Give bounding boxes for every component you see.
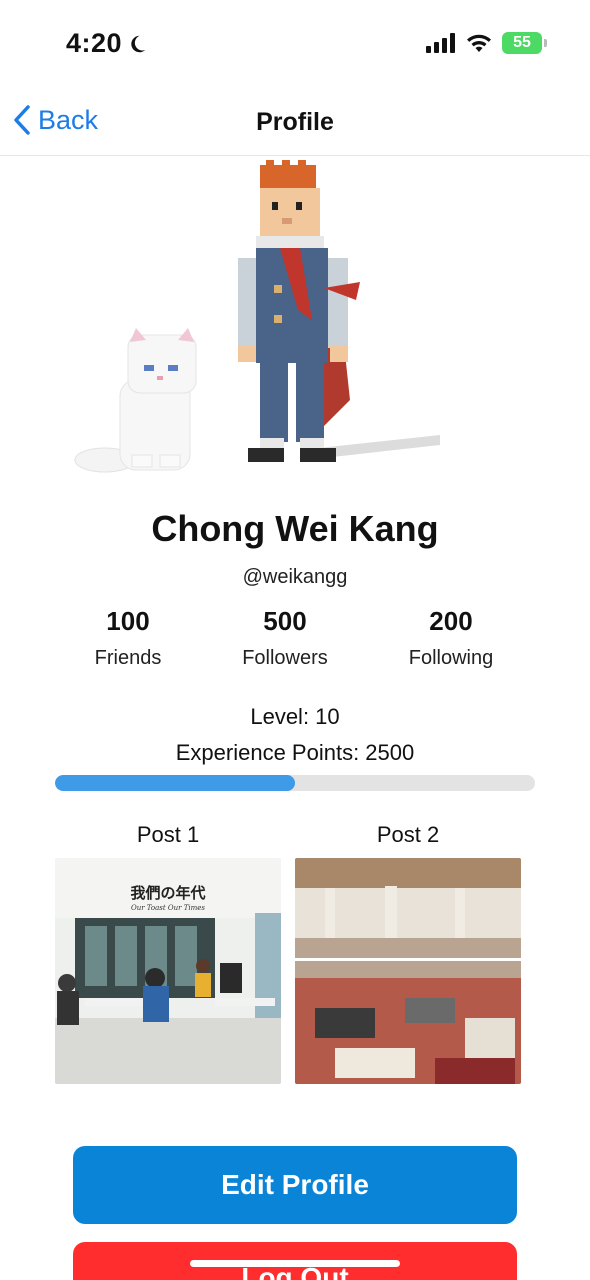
battery-icon: 55 — [502, 32, 547, 54]
cat-figure — [74, 328, 197, 473]
post-card-2[interactable]: Post 2 — [295, 822, 521, 1084]
post-image-mall[interactable] — [295, 858, 521, 1084]
post-image-cafe[interactable]: 我們の年代 Our Toast Our Times — [55, 858, 281, 1084]
xp-progress-fill — [55, 775, 295, 791]
status-time: 4:20 — [66, 28, 148, 59]
stat-friends[interactable]: 100 Friends — [48, 606, 208, 670]
xp-text: Experience Points: 2500 — [175, 740, 415, 765]
battery-cap — [544, 39, 547, 47]
profile-stats: 100 Friends 500 Followers 200 Following — [0, 606, 590, 676]
cafe-sign-text: 我們の年代 — [130, 884, 205, 902]
stat-followers[interactable]: 500 Followers — [205, 606, 365, 670]
page-title: Profile — [256, 108, 334, 136]
status-indicators: 55 — [426, 32, 547, 54]
post-card-1[interactable]: Post 1 我們の年代 Our Toast Our Times — [55, 822, 281, 1084]
profile-username: @weikangg — [242, 566, 348, 588]
wifi-icon — [467, 34, 491, 52]
edit-profile-button[interactable]: Edit Profile — [73, 1146, 517, 1224]
post-title: Post 1 — [136, 822, 200, 847]
cafe-sign-subtext: Our Toast Our Times — [131, 904, 205, 912]
home-indicator — [190, 1260, 400, 1267]
time-text: 4:20 — [66, 28, 123, 58]
profile-name: Chong Wei Kang — [151, 508, 439, 549]
stat-label: Followers — [242, 647, 328, 669]
mall-scene — [295, 858, 521, 1084]
stat-value: 100 — [106, 606, 150, 636]
post-title: Post 2 — [376, 822, 440, 847]
stat-value: 500 — [263, 606, 307, 636]
stat-label: Friends — [94, 647, 162, 669]
stat-following[interactable]: 200 Following — [371, 606, 531, 670]
xp-progress-bar — [55, 775, 535, 791]
signal-icon — [426, 33, 455, 53]
stat-value: 200 — [429, 606, 473, 636]
nav-bar: Back Profile — [0, 88, 590, 156]
avatar-illustration — [74, 160, 440, 473]
moon-icon — [131, 35, 146, 52]
level-text: Level: 10 — [250, 704, 340, 729]
cafe-scene: 我們の年代 Our Toast Our Times — [55, 858, 281, 1084]
character-figure — [238, 160, 360, 462]
status-bar: 4:20 55 — [0, 0, 590, 88]
battery-level: 55 — [513, 34, 531, 51]
stat-label: Following — [408, 647, 494, 669]
